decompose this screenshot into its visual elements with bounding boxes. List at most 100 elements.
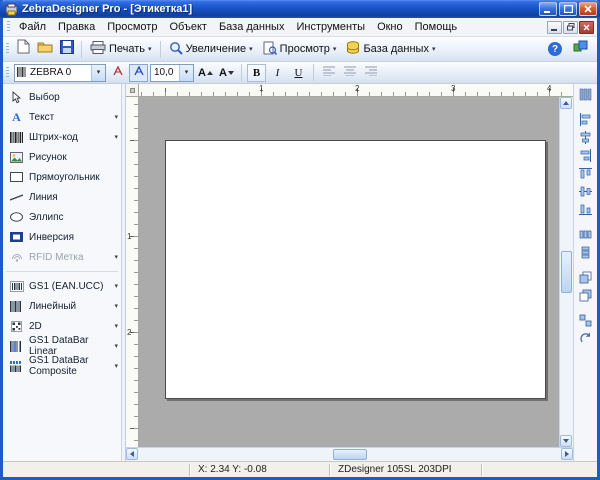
align-center-horizontal-button[interactable] <box>576 131 595 148</box>
print-button[interactable]: Печать ▾ <box>85 39 157 59</box>
decrease-font-button[interactable]: A <box>217 64 236 82</box>
toolbox-item-select[interactable]: Выбор <box>3 87 121 107</box>
scroll-right-button[interactable] <box>561 448 573 460</box>
truetype-font-button[interactable] <box>129 64 148 82</box>
scroll-down-button[interactable] <box>560 435 572 447</box>
distribute-horizontal-button[interactable] <box>576 228 595 245</box>
chevron-down-icon[interactable]: ▾ <box>114 133 118 141</box>
save-button[interactable] <box>56 39 78 59</box>
toolbar-grip[interactable] <box>6 43 9 55</box>
menu-object[interactable]: Объект <box>163 19 212 35</box>
maximize-button[interactable] <box>559 2 577 16</box>
toolbox-item-picture[interactable]: Рисунок <box>3 147 121 167</box>
toolbox-item-line[interactable]: Линия <box>3 187 121 207</box>
menu-window[interactable]: Окно <box>371 19 409 35</box>
horizontal-scroll-thumb[interactable] <box>333 449 367 460</box>
arrow-right-icon <box>565 451 569 457</box>
mdi-minimize-button[interactable] <box>547 21 562 34</box>
menu-file[interactable]: Файл <box>13 19 52 35</box>
distribute-vertical-button[interactable] <box>576 246 595 263</box>
minimize-button[interactable] <box>539 2 557 16</box>
menu-view[interactable]: Просмотр <box>101 19 163 35</box>
toolbar-grip[interactable] <box>7 21 10 33</box>
chevron-down-icon[interactable]: ▾ <box>114 342 118 350</box>
chevron-down-icon[interactable]: ▾ <box>114 322 118 330</box>
scroll-up-button[interactable] <box>560 97 572 109</box>
increase-font-button[interactable]: A <box>196 64 215 82</box>
ruler-number: 3 <box>451 84 455 93</box>
chevron-down-icon[interactable]: ▾ <box>114 362 118 370</box>
toolbox-item-text[interactable]: A Текст ▾ <box>3 107 121 127</box>
columns-icon <box>579 88 592 106</box>
label-page[interactable] <box>165 140 546 399</box>
align-right-text-button[interactable] <box>361 64 380 82</box>
menu-database[interactable]: База данных <box>213 19 291 35</box>
toolbox-item-label: Линейный <box>29 301 76 312</box>
label-workspace[interactable] <box>139 97 559 447</box>
ruler-number: 1 <box>127 232 131 241</box>
toolbox-item-rectangle[interactable]: Прямоугольник <box>3 167 121 187</box>
make-same-size-button[interactable] <box>576 314 595 331</box>
rotate-button[interactable] <box>576 332 595 349</box>
database-button[interactable]: База данных ▾ <box>341 39 440 59</box>
menu-edit[interactable]: Правка <box>52 19 101 35</box>
toolbox-item-databar-linear[interactable]: GS1 DataBar Linear ▾ <box>3 336 121 356</box>
toolbox-item-label: GS1 DataBar Linear <box>29 335 114 357</box>
databar-linear-icon <box>8 341 25 352</box>
mdi-restore-button[interactable] <box>563 21 578 34</box>
align-bottom-button[interactable] <box>576 203 595 220</box>
zoom-button[interactable]: Увеличение ▾ <box>164 39 258 59</box>
printer-font-button[interactable] <box>108 64 127 82</box>
align-right-button[interactable] <box>576 149 595 166</box>
chevron-down-icon[interactable]: ▾ <box>114 282 118 290</box>
close-button[interactable] <box>579 2 597 16</box>
font-dropdown-button[interactable]: ▾ <box>91 65 105 81</box>
open-document-button[interactable] <box>34 39 56 59</box>
menu-help[interactable]: Помощь <box>409 19 464 35</box>
toolbox-item-label: GS1 (EAN.UCC) <box>29 281 103 292</box>
toolbox-item-barcode[interactable]: Штрих-код ▾ <box>3 127 121 147</box>
design-surface: 1 2 3 4 1 2 <box>126 84 573 461</box>
help-button[interactable]: ? <box>544 39 566 59</box>
align-left-button[interactable] <box>576 113 595 130</box>
toolbox-item-2d[interactable]: 2D ▾ <box>3 316 121 336</box>
chevron-down-icon: ▾ <box>333 46 337 53</box>
new-document-button[interactable] <box>12 39 34 59</box>
italic-button[interactable]: I <box>268 64 287 82</box>
rotate-icon <box>579 332 592 350</box>
font-size-combobox[interactable]: 10,0 ▾ <box>150 64 194 82</box>
align-top-button[interactable] <box>576 167 595 184</box>
send-to-back-icon <box>579 289 592 307</box>
toolbox-item-databar-composite[interactable]: GS1 DataBar Composite ▾ <box>3 356 121 376</box>
bring-to-front-button[interactable] <box>576 271 595 288</box>
chevron-down-icon[interactable]: ▾ <box>114 302 118 310</box>
align-left-text-button[interactable] <box>319 64 338 82</box>
align-middle-button[interactable] <box>576 185 595 202</box>
toolbox-item-linear[interactable]: Линейный ▾ <box>3 296 121 316</box>
bold-button[interactable]: B <box>247 64 266 82</box>
size-dropdown-button[interactable]: ▾ <box>179 65 193 81</box>
ruler-origin-icon <box>130 88 135 93</box>
align-top-icon <box>579 167 592 185</box>
mdi-close-button[interactable] <box>579 21 594 34</box>
view-button[interactable]: Просмотр ▾ <box>258 39 342 59</box>
vertical-scroll-thumb[interactable] <box>561 251 572 293</box>
send-to-back-button[interactable] <box>576 289 595 306</box>
horizontal-scrollbar[interactable] <box>126 447 573 461</box>
vertical-scrollbar[interactable] <box>559 97 573 447</box>
toolbox-item-ellipse[interactable]: Эллипс <box>3 207 121 227</box>
scroll-left-button[interactable] <box>126 448 138 460</box>
chevron-down-icon[interactable]: ▾ <box>114 113 118 121</box>
toolbox-layout-button[interactable] <box>576 88 595 105</box>
ruler-origin-button[interactable] <box>126 84 139 97</box>
toolbox-item-gs1[interactable]: GS1 (EAN.UCC) ▾ <box>3 276 121 296</box>
font-name-combobox[interactable]: ZEBRA 0 ▾ <box>14 64 106 82</box>
toolbar-grip[interactable] <box>6 67 9 79</box>
printer-name: ZDesigner 105SL 203DPI <box>329 464 481 476</box>
menu-tools[interactable]: Инструменты <box>290 19 371 35</box>
preview-icon <box>263 41 277 58</box>
align-center-text-button[interactable] <box>340 64 359 82</box>
underline-button[interactable]: U <box>289 64 308 82</box>
online-services-button[interactable] <box>569 39 591 59</box>
toolbox-item-inverse[interactable]: Инверсия <box>3 227 121 247</box>
